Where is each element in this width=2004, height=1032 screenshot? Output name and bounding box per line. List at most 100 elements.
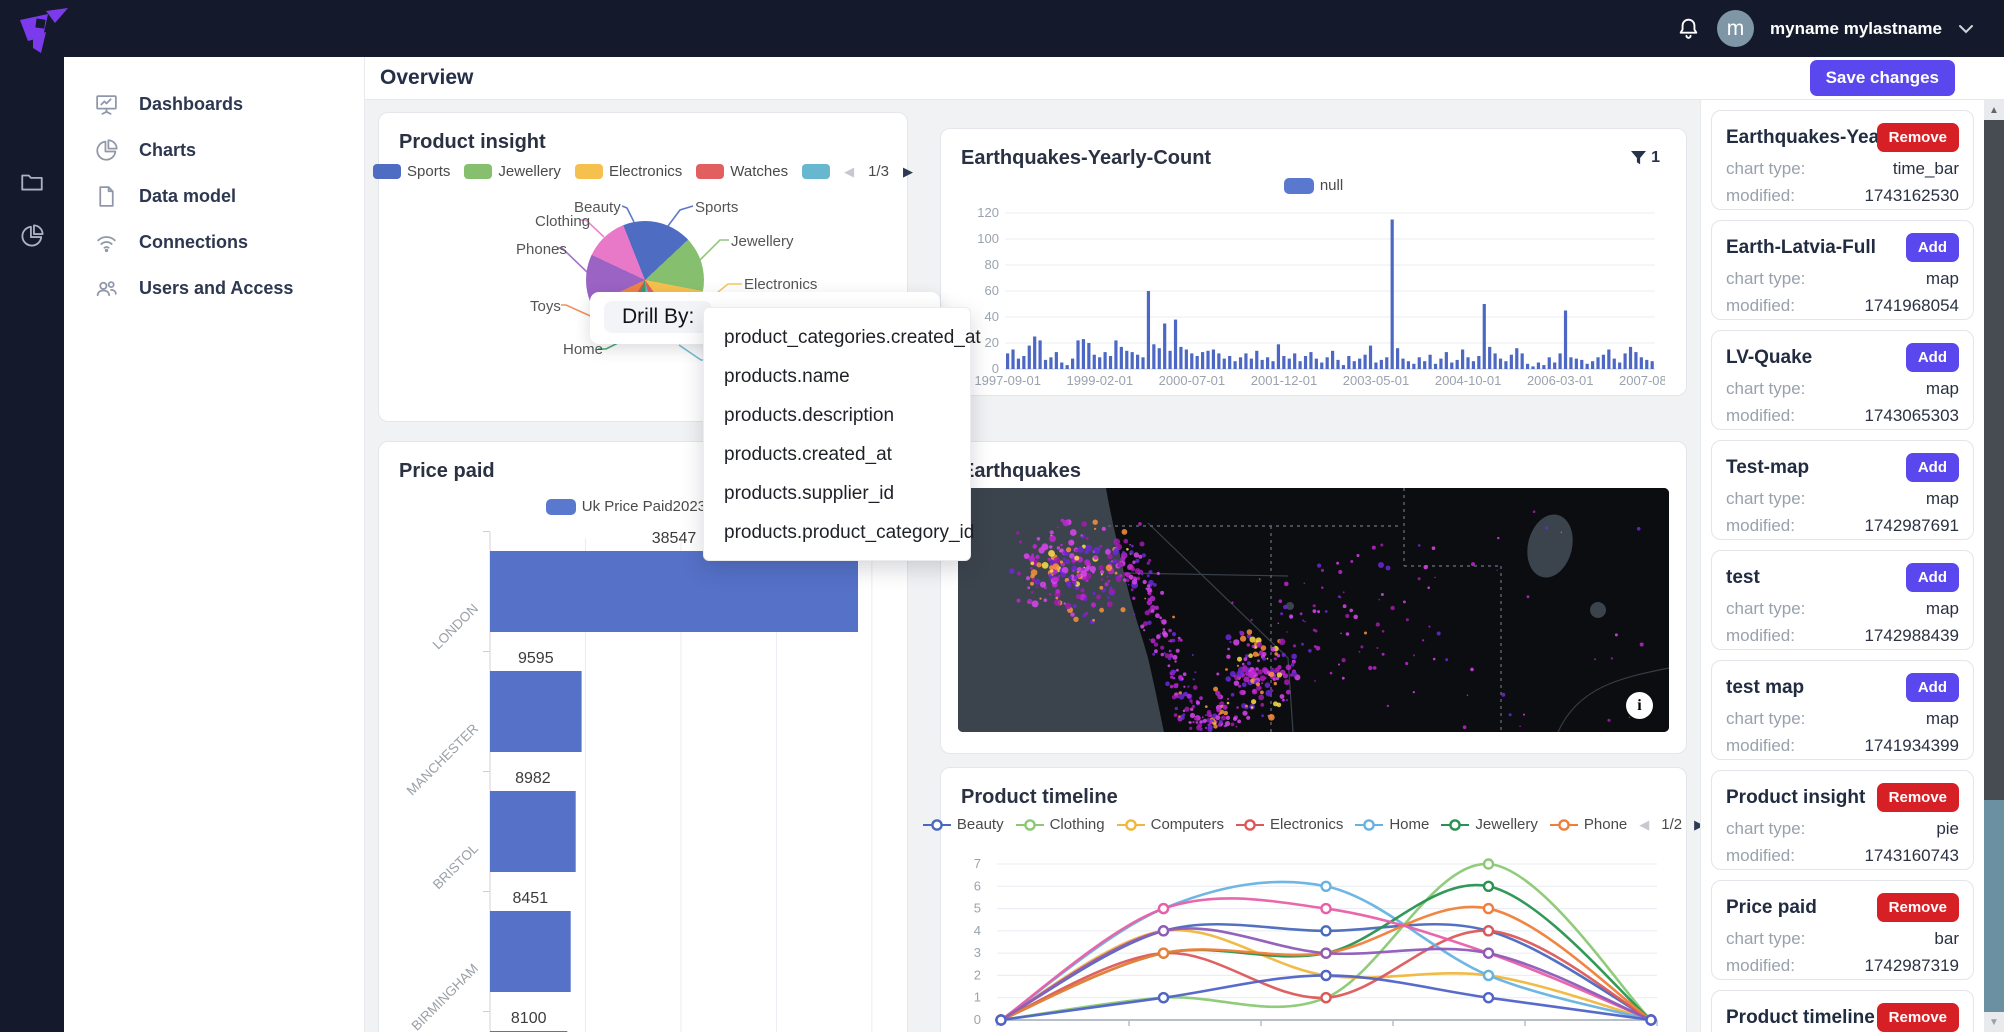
- chart-type-label: chart type:: [1726, 379, 1805, 399]
- legend-item[interactable]: Phone: [1550, 816, 1627, 833]
- drill-by-option[interactable]: products.name: [704, 357, 970, 396]
- sidebar: DashboardsChartsData model Connections Use…: [64, 57, 365, 1032]
- pie-chart-icon[interactable]: [19, 223, 45, 249]
- chart-list-panel: Earthquakes-Yearly-CountRemovechart type…: [1700, 100, 1984, 1032]
- add-chart-button[interactable]: Add: [1906, 343, 1959, 372]
- series-legend: null: [941, 177, 1686, 194]
- drill-by-option[interactable]: products.description: [704, 396, 970, 435]
- scrollbar[interactable]: ▲ ▼: [1984, 100, 2004, 1032]
- chart-list-item: test mapAddchart type:mapmodified:174193…: [1711, 660, 1974, 760]
- earthquake-map[interactable]: i: [958, 488, 1669, 732]
- legend-marker-icon: [1550, 819, 1578, 831]
- save-changes-button[interactable]: Save changes: [1810, 60, 1955, 96]
- svg-text:2000-07-01: 2000-07-01: [1159, 373, 1226, 388]
- charts-icon: [94, 138, 119, 163]
- legend-swatch: [696, 164, 724, 179]
- bar-chart: 38547LONDON9595MANCHESTER8982BRISTOL8451…: [379, 528, 907, 1032]
- drill-by-dropdown: product_categories.created_atproducts.na…: [703, 307, 971, 561]
- svg-text:2: 2: [974, 967, 981, 982]
- add-chart-button[interactable]: Add: [1906, 453, 1959, 482]
- svg-text:8100: 8100: [511, 1010, 547, 1027]
- chart-name: LV-Quake: [1726, 347, 1906, 369]
- drill-by-option[interactable]: products.created_at: [704, 435, 970, 474]
- add-chart-button[interactable]: Add: [1906, 233, 1959, 262]
- remove-chart-button[interactable]: Remove: [1877, 783, 1959, 812]
- drill-by-option[interactable]: products.product_category_id: [704, 513, 970, 552]
- chart-list-item: Product timelineRemovechart type:modifie…: [1711, 990, 1974, 1032]
- legend-item[interactable]: Sports: [373, 163, 450, 180]
- legend-item[interactable]: Home: [1355, 816, 1429, 833]
- icon-rail: [0, 57, 64, 1032]
- svg-text:40: 40: [985, 309, 999, 324]
- svg-text:BIRMINGHAM: BIRMINGHAM: [408, 961, 481, 1032]
- legend-item[interactable]: Jewellery: [1441, 816, 1538, 833]
- filter-count: 1: [1651, 149, 1660, 167]
- legend-item[interactable]: Jewellery: [464, 163, 561, 180]
- chart-list-item: Test-mapAddchart type:mapmodified:174298…: [1711, 440, 1974, 540]
- sidebar-item-charts[interactable]: Charts: [64, 127, 364, 173]
- chart-name: Earthquakes-Yearly-Count: [1726, 127, 1877, 149]
- topbar: m myname mylastname: [0, 0, 2004, 57]
- pie-label-electronics: Electronics: [744, 276, 817, 293]
- sidebar-item-dashboards[interactable]: Dashboards: [64, 81, 364, 127]
- scroll-up-button[interactable]: ▲: [1984, 100, 2004, 120]
- scroll-down-button[interactable]: ▼: [1984, 1012, 2004, 1032]
- svg-text:1999-02-01: 1999-02-01: [1067, 373, 1134, 388]
- legend-item[interactable]: [802, 164, 830, 179]
- legend-item[interactable]: Watches: [696, 163, 788, 180]
- legend-item[interactable]: Electronics: [1236, 816, 1343, 833]
- folder-icon[interactable]: [19, 169, 45, 195]
- info-icon[interactable]: i: [1626, 692, 1653, 719]
- sidebar-item-label: Connections: [139, 232, 248, 253]
- pie-label-clothing: Clothing: [535, 213, 590, 230]
- add-chart-button[interactable]: Add: [1906, 563, 1959, 592]
- modified-value: 1741968054: [1864, 296, 1959, 316]
- legend-item[interactable]: Electronics: [575, 163, 682, 180]
- chart-type-label: chart type:: [1726, 599, 1805, 619]
- sidebar-item-data-model[interactable]: Data model: [64, 173, 364, 219]
- chart-name: Price paid: [1726, 897, 1877, 919]
- scrollbar-thumb[interactable]: [1984, 120, 2004, 800]
- pie-label-sports: Sports: [695, 199, 738, 216]
- drill-by-option[interactable]: products.supplier_id: [704, 474, 970, 513]
- svg-text:2004-10-01: 2004-10-01: [1435, 373, 1502, 388]
- legend-next-icon[interactable]: ▶: [903, 165, 913, 178]
- legend-item[interactable]: Computers: [1117, 816, 1224, 833]
- sidebar-item-connections[interactable]: Connections: [64, 219, 364, 265]
- legend-label: Electronics: [1270, 816, 1343, 833]
- chart-list-item: Price paidRemovechart type:barmodified:1…: [1711, 880, 1974, 980]
- chart-type-value: time_bar: [1893, 159, 1959, 179]
- chart-type-row: chart type:map: [1726, 269, 1959, 289]
- bell-icon[interactable]: [1676, 16, 1701, 41]
- page-title: Overview: [380, 66, 473, 90]
- avatar[interactable]: m: [1717, 10, 1754, 47]
- modified-row: modified:1743065303: [1726, 406, 1959, 426]
- legend-item[interactable]: Clothing: [1016, 816, 1105, 833]
- modified-value: 1741934399: [1864, 736, 1959, 756]
- legend-item[interactable]: null: [1284, 177, 1343, 194]
- app-logo-icon[interactable]: [12, 3, 70, 55]
- legend-item[interactable]: Beauty: [923, 816, 1004, 833]
- legend-label: Computers: [1151, 816, 1224, 833]
- remove-chart-button[interactable]: Remove: [1877, 123, 1959, 152]
- legend-prev-icon[interactable]: ◀: [844, 165, 854, 178]
- username[interactable]: myname mylastname: [1770, 19, 1942, 39]
- remove-chart-button[interactable]: Remove: [1877, 1003, 1959, 1032]
- drill-by-option[interactable]: product_categories.created_at: [704, 318, 970, 357]
- chevron-down-icon[interactable]: [1958, 24, 1974, 34]
- chart-type-row: chart type:map: [1726, 599, 1959, 619]
- modified-value: 1743065303: [1864, 406, 1959, 426]
- svg-text:BRISTOL: BRISTOL: [430, 840, 482, 892]
- legend-next-icon[interactable]: ▶: [1694, 818, 1700, 831]
- chart-list-item: LV-QuakeAddchart type:mapmodified:174306…: [1711, 330, 1974, 430]
- filter-indicator[interactable]: 1: [1631, 149, 1660, 167]
- sidebar-item-users-and-access[interactable]: Users and Access: [64, 265, 364, 311]
- legend-prev-icon[interactable]: ◀: [1639, 818, 1649, 831]
- modified-value: 1743162530: [1864, 186, 1959, 206]
- remove-chart-button[interactable]: Remove: [1877, 893, 1959, 922]
- legend-marker-icon: [1441, 819, 1469, 831]
- users-icon: [94, 276, 119, 301]
- card-title: Earthquakes-Yearly-Count: [961, 147, 1211, 170]
- add-chart-button[interactable]: Add: [1906, 673, 1959, 702]
- modified-label: modified:: [1726, 736, 1795, 756]
